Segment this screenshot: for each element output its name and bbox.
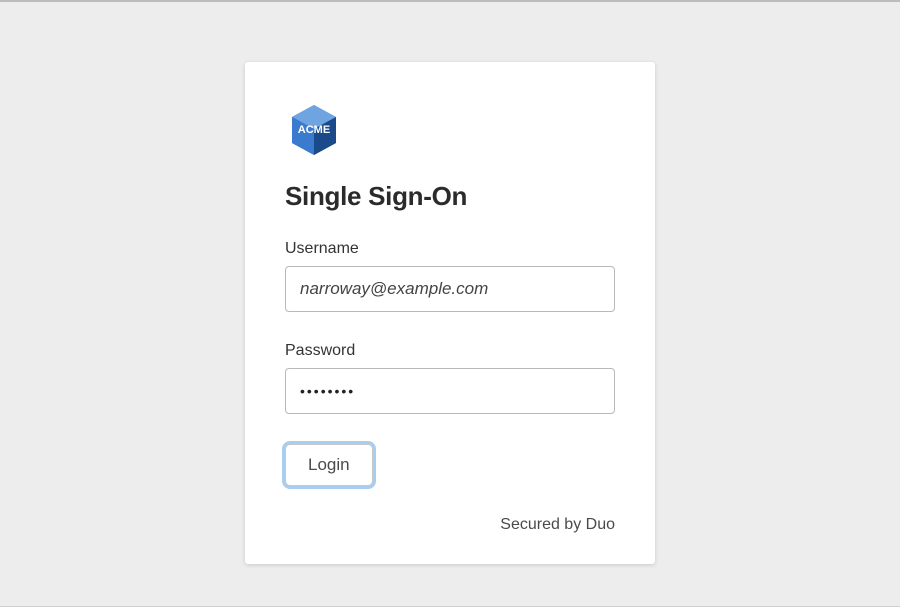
- page-title: Single Sign-On: [285, 181, 615, 212]
- username-label: Username: [285, 240, 615, 258]
- secured-by-footer: Secured by Duo: [285, 516, 615, 534]
- brand-logo: ACME: [285, 102, 615, 165]
- login-button[interactable]: Login: [285, 444, 373, 486]
- svg-text:ACME: ACME: [298, 124, 330, 136]
- password-label: Password: [285, 342, 615, 360]
- username-field-group: Username: [285, 240, 615, 338]
- login-card: ACME Single Sign-On Username Password Lo…: [245, 62, 655, 564]
- username-input[interactable]: [285, 266, 615, 312]
- password-field-group: Password: [285, 342, 615, 440]
- acme-logo-icon: ACME: [285, 102, 343, 160]
- password-input[interactable]: [285, 368, 615, 414]
